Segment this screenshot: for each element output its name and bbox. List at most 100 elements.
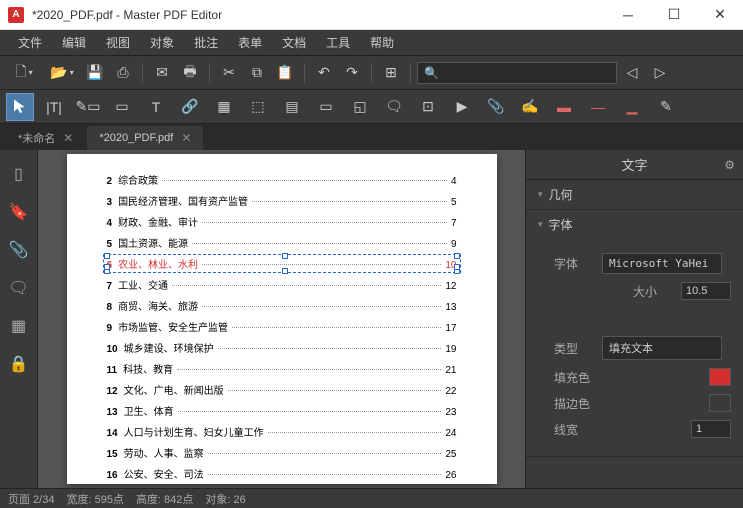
selection-handle[interactable] — [282, 268, 288, 274]
toc-line[interactable]: 4财政、金融、审计7 — [107, 214, 457, 229]
menu-forms[interactable]: 表单 — [228, 30, 272, 55]
fillcolor-picker[interactable] — [709, 368, 731, 386]
video-tool[interactable]: ▶ — [448, 93, 476, 121]
comments-panel-button[interactable]: 🗨 — [3, 272, 35, 304]
paste-button[interactable]: 📋 — [272, 60, 298, 86]
image-tool[interactable]: ▦ — [210, 93, 238, 121]
toc-line[interactable]: 6农业、林业、水利10 — [107, 256, 457, 271]
select-area-tool[interactable]: ⬚ — [244, 93, 272, 121]
toc-dots — [268, 432, 442, 433]
strokecolor-picker[interactable] — [709, 394, 731, 412]
separator — [209, 63, 210, 83]
save-button[interactable]: 💾 — [82, 60, 108, 86]
pointer-tool[interactable] — [6, 93, 34, 121]
selection-handle[interactable] — [104, 253, 110, 259]
maximize-button[interactable]: ☐ — [651, 0, 697, 30]
search-prev-button[interactable]: ◁ — [619, 60, 645, 86]
copy-button[interactable]: ⧉ — [244, 60, 270, 86]
toc-line[interactable]: 13卫生、体育23 — [107, 403, 457, 418]
selection-handle[interactable] — [104, 264, 110, 270]
section-body-font: 字体 Microsoft YaHei 大小 类型 填充文本 填充色 描边色 — [526, 239, 743, 456]
note-tool[interactable]: 🗨 — [380, 93, 408, 121]
menu-document[interactable]: 文档 — [272, 30, 316, 55]
toc-line[interactable]: 15劳动、人事、监察25 — [107, 445, 457, 460]
text-tool[interactable]: T — [142, 93, 170, 121]
type-select[interactable]: 填充文本 — [602, 336, 722, 360]
open-file-button[interactable]: 📂 — [44, 60, 80, 86]
section-header-geometry[interactable]: 几何 — [526, 180, 743, 209]
menu-edit[interactable]: 编辑 — [52, 30, 96, 55]
menu-help[interactable]: 帮助 — [360, 30, 404, 55]
toc-page: 7 — [451, 218, 457, 229]
toc-line[interactable]: 16公安、安全、司法26 — [107, 466, 457, 481]
link-tool[interactable]: 🔗 — [176, 93, 204, 121]
cut-button[interactable]: ✂ — [216, 60, 242, 86]
section-header-font[interactable]: 字体 — [526, 210, 743, 239]
panel-settings-icon[interactable]: ⚙ — [724, 158, 735, 172]
tab-2020pdf[interactable]: *2020_PDF.pdf ✕ — [87, 126, 203, 150]
close-icon[interactable]: ✕ — [63, 131, 73, 145]
toc-page: 5 — [451, 197, 457, 208]
pencil-tool[interactable]: ✎ — [652, 93, 680, 121]
save-as-button[interactable]: ⎙ — [110, 60, 136, 86]
layers-panel-button[interactable]: ▦ — [3, 310, 35, 342]
toc-line[interactable]: 12文化、广电、新闻出版22 — [107, 382, 457, 397]
edit-forms-tool[interactable]: ▭ — [108, 93, 136, 121]
menu-object[interactable]: 对象 — [140, 30, 184, 55]
menu-view[interactable]: 视图 — [96, 30, 140, 55]
redo-button[interactable]: ↷ — [339, 60, 365, 86]
linewidth-input[interactable] — [691, 420, 731, 438]
toc-line[interactable]: 14人口与计划生育、妇女儿童工作24 — [107, 424, 457, 439]
attachments-panel-button[interactable]: 📎 — [3, 234, 35, 266]
selection-handle[interactable] — [454, 264, 460, 270]
attach-tool[interactable]: 📎 — [482, 93, 510, 121]
signatures-panel-button[interactable]: 🔒 — [3, 348, 35, 380]
toc-line[interactable]: 3国民经济管理、国有资产监管5 — [107, 193, 457, 208]
minimize-button[interactable]: ─ — [605, 0, 651, 30]
underline-tool[interactable]: ▁ — [618, 93, 646, 121]
email-button[interactable]: ✉ — [149, 60, 175, 86]
print-button[interactable]: 🖶 — [177, 60, 203, 86]
search-next-button[interactable]: ▷ — [647, 60, 673, 86]
undo-button[interactable]: ↶ — [311, 60, 337, 86]
highlight-note-tool[interactable]: ▤ — [278, 93, 306, 121]
row-size: 大小 — [554, 282, 731, 300]
toc-line[interactable]: 8商贸、海关、旅游13 — [107, 298, 457, 313]
selection-handle[interactable] — [282, 253, 288, 259]
close-button[interactable]: ✕ — [697, 0, 743, 30]
toc-text: 市场监管、安全生产监管 — [118, 319, 228, 334]
signature-tool[interactable]: ✍ — [516, 93, 544, 121]
toc-line[interactable]: 7工业、交通12 — [107, 277, 457, 292]
size-input[interactable] — [681, 282, 731, 300]
selection-handle[interactable] — [454, 253, 460, 259]
toc-text: 国土资源、能源 — [118, 235, 188, 250]
search-box[interactable]: 🔍 — [417, 62, 617, 84]
toc-line[interactable]: 11科技、教育21 — [107, 361, 457, 376]
toc-line[interactable]: 2综合政策4 — [107, 172, 457, 187]
tab-unnamed[interactable]: *未命名 ✕ — [6, 126, 85, 150]
edit-document-tool[interactable]: ✎▭ — [74, 93, 102, 121]
toc-line[interactable]: 5国土资源、能源9 — [107, 235, 457, 250]
toc-line[interactable]: 9市场监管、安全生产监管17 — [107, 319, 457, 334]
callout-tool[interactable]: ◱ — [346, 93, 374, 121]
menu-file[interactable]: 文件 — [8, 30, 52, 55]
new-file-button[interactable]: 🗋 — [6, 60, 42, 86]
close-icon[interactable]: ✕ — [181, 131, 191, 145]
strikeout-tool[interactable]: — — [584, 93, 612, 121]
toc-page: 23 — [445, 407, 456, 418]
document-viewport[interactable]: 2综合政策43国民经济管理、国有资产监管54财政、金融、审计75国土资源、能源9… — [38, 150, 525, 488]
text-select-tool[interactable]: |T| — [40, 93, 68, 121]
highlight-tool[interactable]: ▬ — [550, 93, 578, 121]
menu-comment[interactable]: 批注 — [184, 30, 228, 55]
toc-text: 综合政策 — [118, 172, 158, 187]
toc-line[interactable]: 10城乡建设、环境保护19 — [107, 340, 457, 355]
page-grid-button[interactable]: ⊞ — [378, 60, 404, 86]
pages-panel-button[interactable]: ▯ — [3, 158, 35, 190]
menu-tools[interactable]: 工具 — [316, 30, 360, 55]
toc-text: 科技、教育 — [123, 361, 173, 376]
textbox-tool[interactable]: ▭ — [312, 93, 340, 121]
bookmarks-panel-button[interactable]: 🔖 — [3, 196, 35, 228]
stamp-tool[interactable]: ⊡ — [414, 93, 442, 121]
font-select[interactable]: Microsoft YaHei — [602, 253, 722, 274]
search-input[interactable] — [439, 67, 610, 79]
